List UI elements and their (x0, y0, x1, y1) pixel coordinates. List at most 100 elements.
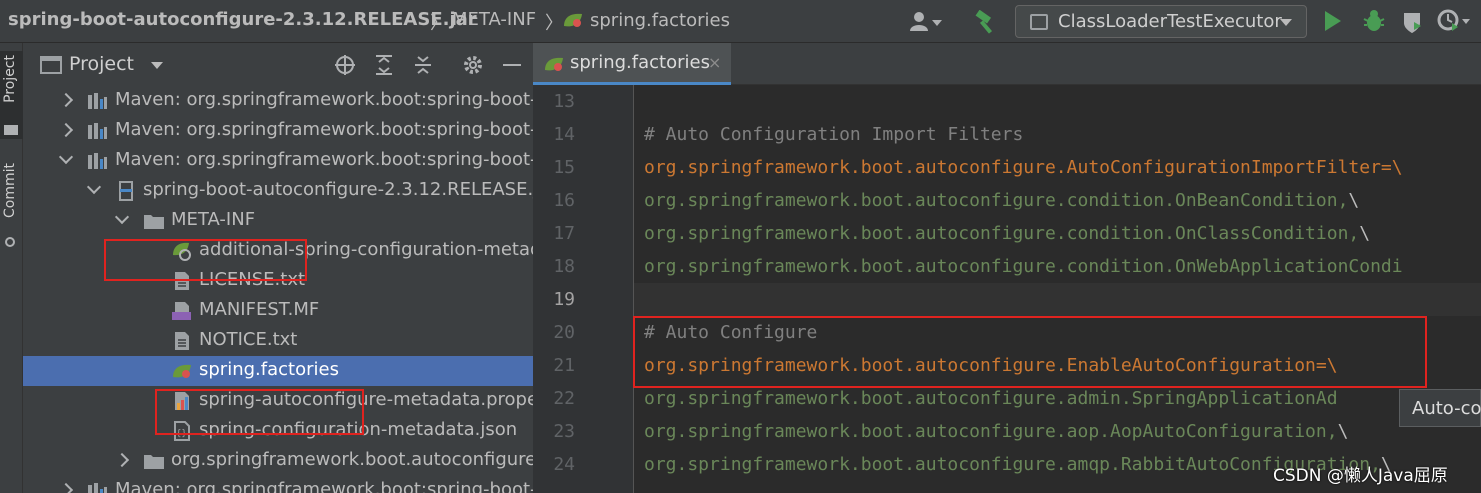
editor-tab-bar: spring.factories × (533, 43, 1481, 85)
line-number: 20 (553, 322, 575, 343)
line-number: 14 (553, 124, 575, 145)
tree-item-jar[interactable]: spring-boot-autoconfigure-2.3.12.RELEASE… (23, 176, 533, 206)
folder-icon (144, 215, 164, 229)
line-number: 21 (553, 355, 575, 376)
coverage-icon[interactable] (1401, 10, 1423, 34)
tree-item-label: spring-boot-autoconfigure-2.3.12.RELEASE… (143, 179, 533, 200)
code-line-property-value[interactable]: org.springframework.boot.autoconfigure.c… (644, 190, 1359, 211)
code-line-property-value[interactable]: org.springframework.boot.autoconfigure.a… (644, 421, 1348, 442)
run-configuration-select[interactable]: ClassLoaderTestExecutor (1015, 5, 1307, 38)
commit-icon (5, 237, 15, 247)
code-line-property-value[interactable]: org.springframework.boot.autoconfigure.c… (644, 256, 1403, 277)
user-icon[interactable] (910, 11, 944, 33)
property-continuation: =\ (1380, 157, 1403, 178)
tree-item-package[interactable]: org.springframework.boot.autoconfigure (23, 446, 533, 476)
property-value: org.springframework.boot.autoconfigure.a… (644, 421, 1338, 442)
folder-icon (4, 125, 18, 135)
line-continuation: \ (1348, 190, 1360, 211)
tree-item-file[interactable]: NOTICE.txt (23, 326, 533, 356)
annotation-box-spring-factories (155, 389, 364, 435)
chevron-right-icon[interactable] (58, 122, 74, 138)
tree-item-meta-inf[interactable]: META-INF (23, 206, 533, 236)
line-number: 13 (553, 91, 575, 112)
tab-spring-factories[interactable]: spring.factories × (533, 43, 731, 85)
breadcrumb-separator: 〉 (545, 13, 563, 34)
text-file-icon (175, 332, 189, 350)
tree-item-label: Maven: org.springframework.boot:spring-b… (115, 149, 533, 170)
editor-area: spring.factories × 13 14 15 16 17 18 19 … (533, 43, 1481, 493)
autocomplete-item[interactable]: Auto-co (1412, 398, 1481, 419)
line-number: 19 (553, 289, 575, 310)
library-icon (88, 483, 107, 493)
property-value: org.springframework.boot.autoconfigure.c… (644, 256, 1403, 277)
property-key: org.springframework.boot.autoconfigure.A… (644, 157, 1381, 178)
chevron-right-icon[interactable] (58, 482, 74, 493)
line-number: 17 (553, 223, 575, 244)
project-panel-title[interactable]: Project (69, 53, 134, 75)
tree-item-spring-factories[interactable]: spring.factories (23, 356, 533, 386)
breadcrumb-jar[interactable]: spring-boot-autoconfigure-2.3.12.RELEASE… (8, 9, 477, 30)
close-icon[interactable]: × (708, 53, 721, 72)
property-value: org.springframework.boot.autoconfigure.a… (644, 454, 1381, 475)
collapse-all-icon[interactable] (411, 54, 435, 76)
line-number: 23 (553, 421, 575, 442)
chevron-down-icon[interactable] (114, 209, 130, 225)
chevron-right-icon[interactable] (114, 452, 130, 468)
tree-item-library[interactable]: Maven: org.springframework.boot:spring-b… (23, 116, 533, 146)
tree-item-library[interactable]: Maven: org.springframework.boot:spring-b… (23, 146, 533, 176)
line-number: 15 (553, 157, 575, 178)
build-hammer-icon[interactable] (972, 10, 998, 34)
chevron-right-icon[interactable] (58, 92, 74, 108)
tree-item-file[interactable]: MANIFEST.MF (23, 296, 533, 326)
tree-item-label: NOTICE.txt (199, 329, 298, 350)
tree-item-label: Maven: org.springframework.boot:spring-b… (115, 479, 533, 493)
spring-leaf-icon (545, 57, 563, 71)
property-value: org.springframework.boot.autoconfigure.c… (644, 223, 1360, 244)
line-continuation: \ (1337, 421, 1349, 442)
spring-leaf-icon (564, 13, 582, 27)
expand-all-icon[interactable] (372, 54, 396, 76)
run-configuration-label: ClassLoaderTestExecutor (1058, 11, 1282, 32)
library-icon (88, 123, 107, 139)
project-tool-window: Project Maven: org.springframework.boot:… (23, 43, 533, 493)
stripe-tab-project[interactable]: Project (0, 51, 23, 139)
tree-item-label: org.springframework.boot.autoconfigure (171, 449, 533, 470)
tree-item-label: Maven: org.springframework.boot:spring-b… (115, 119, 533, 140)
code-line-property-key[interactable]: org.springframework.boot.autoconfigure.A… (644, 157, 1403, 178)
breadcrumb-file[interactable]: spring.factories (562, 9, 730, 31)
current-line-highlight (634, 283, 1481, 316)
tool-window-stripe: Project Commit (0, 43, 23, 493)
tree-item-label: MANIFEST.MF (199, 299, 320, 320)
tree-item-label: spring.factories (199, 359, 339, 380)
autocomplete-popup[interactable]: Auto-co (1399, 389, 1481, 427)
stripe-tab-commit[interactable]: Commit (0, 161, 23, 253)
run-icon[interactable] (1325, 11, 1341, 31)
hide-icon[interactable] (500, 54, 524, 76)
stripe-tab-commit-label: Commit (2, 163, 18, 218)
gear-icon[interactable] (461, 54, 485, 76)
chevron-down-icon[interactable] (151, 62, 163, 69)
package-icon (144, 455, 164, 469)
breadcrumb-meta-inf[interactable]: META-INF (452, 9, 536, 30)
debug-icon[interactable] (1362, 9, 1386, 33)
tree-item-label: Maven: org.springframework.boot:spring-b… (115, 89, 533, 110)
code-line-property-value[interactable]: org.springframework.boot.autoconfigure.a… (644, 388, 1338, 409)
select-opened-file-icon[interactable] (333, 54, 357, 76)
manifest-icon (172, 302, 191, 320)
stripe-tab-project-label: Project (2, 55, 18, 103)
code-line-comment[interactable]: # Auto Configuration Import Filters (644, 124, 1023, 145)
code-line-property-value[interactable]: org.springframework.boot.autoconfigure.c… (644, 223, 1370, 244)
library-icon (88, 93, 107, 109)
annotation-box-meta-inf (104, 239, 307, 281)
chevron-down-icon[interactable] (86, 179, 102, 195)
breadcrumb-separator: 〉 (430, 13, 448, 34)
profile-icon[interactable] (1437, 9, 1473, 33)
tree-item-library[interactable]: Maven: org.springframework.boot:spring-b… (23, 86, 533, 116)
tree-item-library[interactable]: Maven: org.springframework.boot:spring-b… (23, 476, 533, 493)
jar-icon (119, 181, 133, 201)
annotation-box-enable-auto-configuration (633, 316, 1427, 388)
chevron-down-icon[interactable] (58, 149, 74, 165)
tree-item-label: META-INF (171, 209, 256, 230)
breadcrumb-file-label: spring.factories (590, 10, 730, 31)
chevron-down-icon (1280, 19, 1292, 26)
